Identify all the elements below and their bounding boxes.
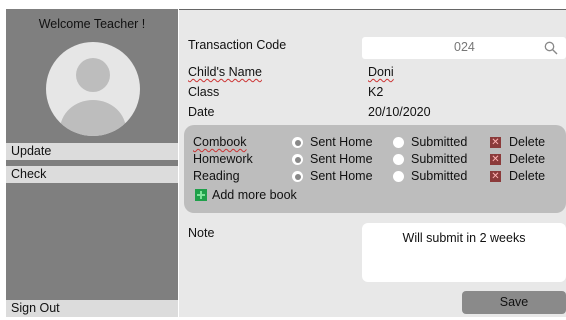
delete-button[interactable]: Delete <box>509 169 545 183</box>
add-book-button[interactable]: Add more book <box>212 188 297 202</box>
avatar <box>46 42 140 136</box>
book-row: Combook Sent Home Submitted ✕ Delete <box>184 135 566 151</box>
submitted-label: Submitted <box>411 135 468 149</box>
book-row: Homework Sent Home Submitted ✕ Delete <box>184 152 566 168</box>
save-button[interactable]: Save <box>462 291 566 314</box>
sidebar-item-check[interactable]: Check <box>6 166 178 183</box>
class-label: Class <box>188 85 220 99</box>
books-panel: Combook Sent Home Submitted ✕ Delete Hom… <box>184 125 566 213</box>
delete-icon[interactable]: ✕ <box>490 154 501 165</box>
transaction-code-value: 024 <box>454 40 475 54</box>
submitted-label: Submitted <box>411 152 468 166</box>
sidebar-item-sign-out[interactable]: Sign Out <box>6 300 178 317</box>
sent-home-label: Sent Home <box>310 169 373 183</box>
delete-icon[interactable]: ✕ <box>490 171 501 182</box>
child-name-value: Doni <box>368 65 394 79</box>
class-value: K2 <box>368 85 384 99</box>
note-value: Will submit in 2 weeks <box>402 231 526 245</box>
transaction-code-label: Transaction Code <box>188 38 287 52</box>
avatar-body <box>60 100 126 136</box>
sidebar: Welcome Teacher ! Update Check Sign Out <box>6 9 178 317</box>
sent-home-radio[interactable] <box>292 171 303 182</box>
submitted-radio[interactable] <box>393 171 404 182</box>
book-name: Homework <box>193 152 253 166</box>
main-panel: Transaction Code 024 Child's Name Doni C… <box>179 9 566 317</box>
sidebar-item-update[interactable]: Update <box>6 143 178 160</box>
sent-home-radio[interactable] <box>292 137 303 148</box>
submitted-radio[interactable] <box>393 154 404 165</box>
add-book-icon[interactable] <box>195 189 207 201</box>
welcome-text: Welcome Teacher ! <box>38 17 146 31</box>
book-name: Reading <box>193 169 240 183</box>
sent-home-label: Sent Home <box>310 152 373 166</box>
delete-icon[interactable]: ✕ <box>490 137 501 148</box>
avatar-head <box>76 58 110 92</box>
book-name: Combook <box>193 135 247 149</box>
book-row: Reading Sent Home Submitted ✕ Delete <box>184 169 566 185</box>
search-icon[interactable] <box>544 41 558 55</box>
date-value: 20/10/2020 <box>368 105 431 119</box>
date-label: Date <box>188 105 215 119</box>
transaction-code-field[interactable]: 024 <box>362 37 566 59</box>
delete-button[interactable]: Delete <box>509 135 545 149</box>
child-name-label: Child's Name <box>188 65 262 79</box>
sent-home-label: Sent Home <box>310 135 373 149</box>
note-field[interactable]: Will submit in 2 weeks <box>362 223 566 282</box>
note-label: Note <box>188 226 215 240</box>
submitted-radio[interactable] <box>393 137 404 148</box>
delete-button[interactable]: Delete <box>509 152 545 166</box>
submitted-label: Submitted <box>411 169 468 183</box>
sent-home-radio[interactable] <box>292 154 303 165</box>
